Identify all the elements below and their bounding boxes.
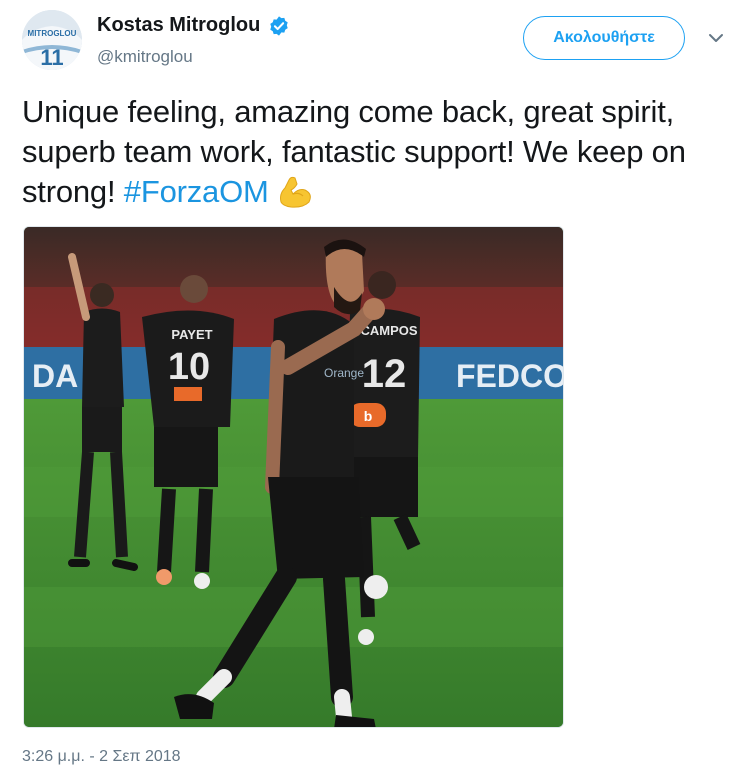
tweet-photo[interactable]: DA FEDCO PAYET 10 OCAMPOS 12 b Orange	[23, 226, 564, 728]
sponsor-text: Orange	[324, 366, 364, 380]
tweet-card: MITROGLOU 11 Kostas Mitroglou @kmitroglo…	[0, 0, 735, 773]
user-handle[interactable]: @kmitroglou	[97, 47, 193, 67]
jersey-number-1: 10	[168, 346, 210, 388]
tweet-text: Unique feeling, amazing come back, great…	[22, 92, 712, 212]
avatar-jersey-number: 11	[40, 45, 63, 70]
svg-text:b: b	[364, 408, 373, 424]
tweet-timestamp[interactable]: 3:26 μ.μ. - 2 Σεπ 2018	[22, 748, 181, 766]
avatar-image: MITROGLOU 11	[22, 10, 82, 70]
tweet-body: Unique feeling, amazing come back, great…	[22, 94, 686, 209]
board-text: FEDCO	[456, 358, 564, 394]
follow-button[interactable]: Ακολουθήστε	[523, 16, 685, 60]
hashtag-link[interactable]: #ForzaOM	[124, 174, 269, 209]
jersey-name-1: PAYET	[171, 327, 212, 342]
display-name[interactable]: Kostas Mitroglou	[97, 14, 260, 37]
verified-badge-icon	[268, 15, 290, 37]
chevron-down-icon[interactable]	[706, 30, 726, 46]
author-name-row: Kostas Mitroglou	[97, 14, 290, 37]
avatar-jersey-name: MITROGLOU	[28, 29, 77, 38]
jersey-number-2: 12	[362, 352, 407, 396]
photo-soccer-players: DA FEDCO PAYET 10 OCAMPOS 12 b Orange	[24, 227, 564, 727]
flexed-biceps-emoji-icon	[275, 172, 315, 212]
board-text-left: DA	[32, 358, 78, 394]
avatar[interactable]: MITROGLOU 11	[22, 10, 82, 70]
